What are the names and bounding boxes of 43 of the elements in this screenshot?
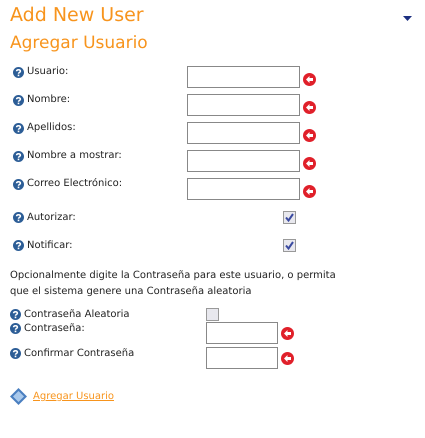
field-label: Nombre a mostrar: [27,150,123,161]
checkbox[interactable] [206,308,219,321]
required-arrow-icon [303,129,316,142]
help-icon[interactable] [13,179,24,190]
checkbox[interactable] [283,238,296,252]
field-label: Nombre: [27,94,72,105]
help-icon[interactable] [10,348,21,359]
instruction-text: Opcionalmente digite la Contraseña para este usuario, o permita que el sistema genere una Contraseña aleatoria [10,269,337,299]
field-label: Confirmar Contraseña [24,347,136,359]
input-field[interactable] [187,150,300,172]
page-subtitle: Agregar Usuario [10,32,148,55]
help-icon[interactable] [10,309,21,320]
help-icon[interactable] [13,67,24,78]
field-label: Contraseña: [24,322,86,334]
field-label: Correo Electrónico: [27,178,124,189]
required-arrow-icon [303,73,316,86]
add-user-link[interactable]: Agregar Usuario [33,391,114,402]
field-label: Autorizar: [27,212,77,222]
password-field[interactable] [206,322,278,344]
field-label: Contraseña Aleatoria [24,308,131,320]
input-field[interactable] [187,66,300,88]
diamond-icon [10,388,27,405]
input-field[interactable] [187,178,300,200]
help-icon[interactable] [13,212,24,222]
required-arrow-icon [281,327,294,340]
help-icon[interactable] [13,151,24,162]
help-icon[interactable] [13,240,24,250]
input-field[interactable] [187,122,300,144]
required-arrow-icon [303,185,316,198]
page-title: Add New User [10,3,145,28]
help-icon[interactable] [13,123,24,134]
field-label: Notificar: [27,240,74,250]
help-icon[interactable] [10,323,21,334]
caret-icon[interactable] [403,16,412,21]
required-arrow-icon [281,352,294,365]
password-field[interactable] [206,347,278,369]
help-icon[interactable] [13,95,24,106]
field-label: Usuario: [27,66,70,77]
required-arrow-icon [303,157,316,170]
checkbox[interactable] [283,210,296,224]
required-arrow-icon [303,101,316,114]
input-field[interactable] [187,94,300,116]
field-label: Apellidos: [27,122,77,133]
